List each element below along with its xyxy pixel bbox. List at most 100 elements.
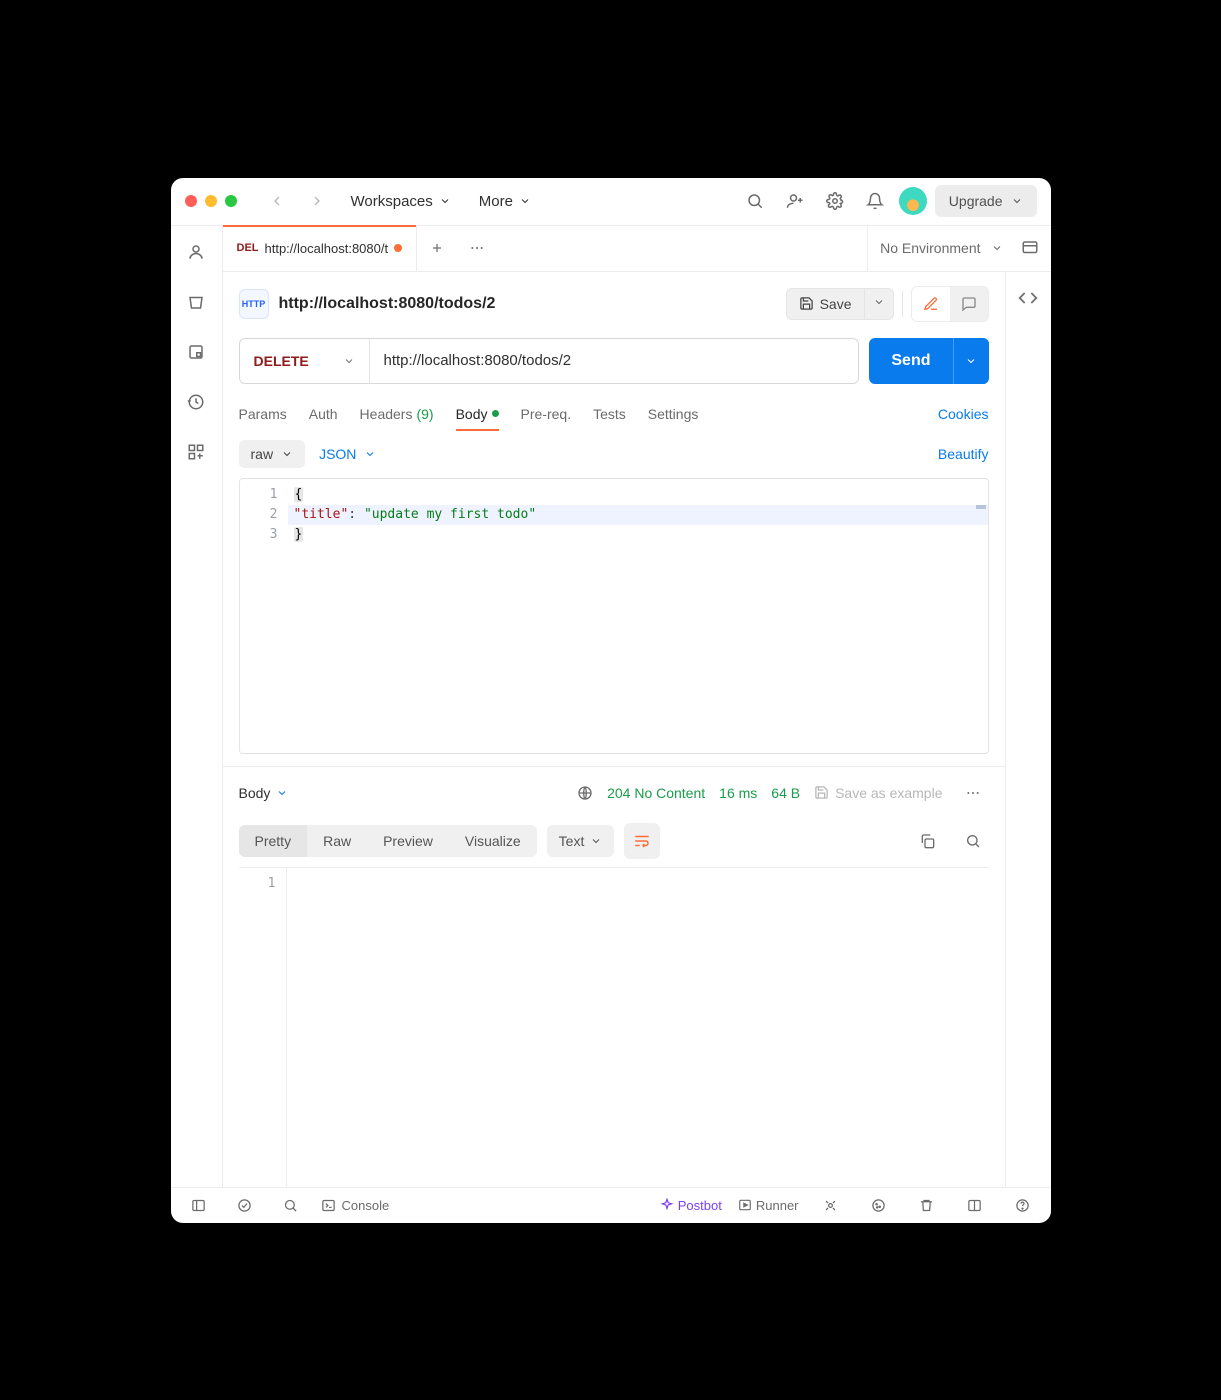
help-button[interactable] [1007, 1189, 1039, 1221]
copy-icon [919, 833, 935, 849]
url-input[interactable] [370, 339, 859, 383]
request-body-editor[interactable]: 1 2 3 { "title": "update my first todo" … [239, 478, 989, 754]
sync-status[interactable] [229, 1189, 261, 1221]
response-size: 64 B [771, 785, 800, 801]
notifications-button[interactable] [859, 185, 891, 217]
view-pretty[interactable]: Pretty [239, 825, 308, 857]
search-response[interactable] [957, 825, 989, 857]
response-section-dropdown[interactable]: Body [239, 785, 289, 801]
chevron-down-icon [343, 355, 355, 367]
tab-overflow[interactable] [457, 226, 497, 271]
cookies-button[interactable] [863, 1189, 895, 1221]
tab-headers[interactable]: Headers (9) [360, 398, 434, 430]
method-selector[interactable]: DELETE [240, 339, 370, 383]
response-body[interactable]: 1 [239, 867, 989, 1187]
editor-gutter: 1 2 3 [240, 479, 288, 753]
body-format-dropdown[interactable]: JSON [319, 446, 376, 462]
tab-body[interactable]: Body [456, 398, 499, 430]
send-label: Send [891, 352, 930, 370]
chevron-down-icon [590, 835, 602, 847]
tab-tests[interactable]: Tests [593, 398, 626, 430]
cookie-icon [871, 1198, 886, 1213]
invite-button[interactable] [779, 185, 811, 217]
tab-prereq[interactable]: Pre-req. [521, 398, 572, 430]
left-rail [171, 226, 223, 1187]
copy-response[interactable] [911, 825, 943, 857]
dots-icon [965, 785, 981, 801]
code-panel-toggle[interactable] [1005, 272, 1051, 1187]
unsaved-indicator [394, 244, 402, 252]
method-label: DELETE [254, 353, 309, 369]
check-circle-icon [237, 1198, 252, 1213]
two-pane-button[interactable] [959, 1189, 991, 1221]
search-icon [746, 192, 764, 210]
rail-add[interactable] [180, 436, 212, 468]
workspaces-menu[interactable]: Workspaces [341, 187, 461, 216]
tab-params[interactable]: Params [239, 398, 287, 430]
nav-forward[interactable] [301, 185, 333, 217]
request-tab[interactable]: DEL http://localhost:8080/t [223, 226, 418, 271]
network-info[interactable] [577, 785, 593, 801]
wrap-lines-toggle[interactable] [624, 823, 660, 859]
postbot[interactable]: Postbot [660, 1198, 722, 1213]
send-button[interactable]: Send [869, 338, 988, 384]
trash-button[interactable] [911, 1189, 943, 1221]
nav-back[interactable] [261, 185, 293, 217]
body-mode-dropdown[interactable]: raw [239, 440, 306, 468]
minimap-marker [976, 505, 986, 509]
minimize-window[interactable] [205, 195, 217, 207]
upgrade-button[interactable]: Upgrade [935, 185, 1037, 217]
user-icon [187, 243, 205, 261]
user-avatar[interactable] [899, 187, 927, 215]
rail-environments[interactable] [180, 336, 212, 368]
comment-mode[interactable] [950, 287, 988, 321]
rail-history[interactable] [180, 386, 212, 418]
response-header: Body 204 No Content 16 ms 64 B [223, 766, 1005, 815]
grid-plus-icon [187, 443, 205, 461]
tab-settings[interactable]: Settings [648, 398, 699, 430]
mode-segment [911, 286, 989, 322]
response-gutter: 1 [239, 868, 287, 1187]
view-preview[interactable]: Preview [367, 825, 449, 857]
help-icon [1015, 1198, 1030, 1213]
app-window: Workspaces More Upgrade [171, 178, 1051, 1223]
history-icon [187, 393, 205, 411]
close-window[interactable] [185, 195, 197, 207]
more-menu[interactable]: More [469, 187, 541, 216]
search-button[interactable] [739, 185, 771, 217]
runner[interactable]: Runner [738, 1198, 799, 1213]
save-as-example[interactable]: Save as example [814, 785, 942, 801]
titlebar: Workspaces More Upgrade [171, 178, 1051, 226]
satellite-icon [823, 1198, 838, 1213]
window-controls [185, 195, 237, 207]
view-visualize[interactable]: Visualize [449, 825, 537, 857]
tab-auth[interactable]: Auth [309, 398, 338, 430]
capture-button[interactable] [815, 1189, 847, 1221]
rail-account[interactable] [180, 236, 212, 268]
comment-icon [961, 296, 977, 312]
new-tab-button[interactable] [417, 226, 457, 271]
zoom-window[interactable] [225, 195, 237, 207]
edit-mode[interactable] [912, 287, 950, 321]
save-button[interactable]: Save [786, 288, 865, 320]
beautify-button[interactable]: Beautify [938, 446, 989, 462]
response-more[interactable] [957, 777, 989, 809]
response-format-dropdown[interactable]: Text [547, 825, 615, 857]
save-label: Save [820, 296, 852, 312]
chevron-down-icon [276, 787, 288, 799]
cookies-link[interactable]: Cookies [938, 406, 989, 422]
toggle-sidebar[interactable] [183, 1189, 215, 1221]
request-subtabs: Params Auth Headers (9) Body Pre-req. Te… [223, 394, 1005, 430]
request-title: http://localhost:8080/todos/2 [279, 295, 496, 313]
save-dropdown[interactable] [865, 288, 894, 320]
status-bar: Console Postbot Runner [171, 1187, 1051, 1223]
rail-collections[interactable] [180, 286, 212, 318]
console-toggle[interactable]: Console [321, 1198, 390, 1213]
view-raw[interactable]: Raw [307, 825, 367, 857]
response-view-row: Pretty Raw Preview Visualize Text [223, 815, 1005, 867]
send-dropdown[interactable] [953, 338, 989, 384]
find-replace[interactable] [275, 1189, 307, 1221]
environment-picker[interactable]: No Environment [867, 226, 1050, 271]
settings-button[interactable] [819, 185, 851, 217]
globe-icon [577, 785, 593, 801]
